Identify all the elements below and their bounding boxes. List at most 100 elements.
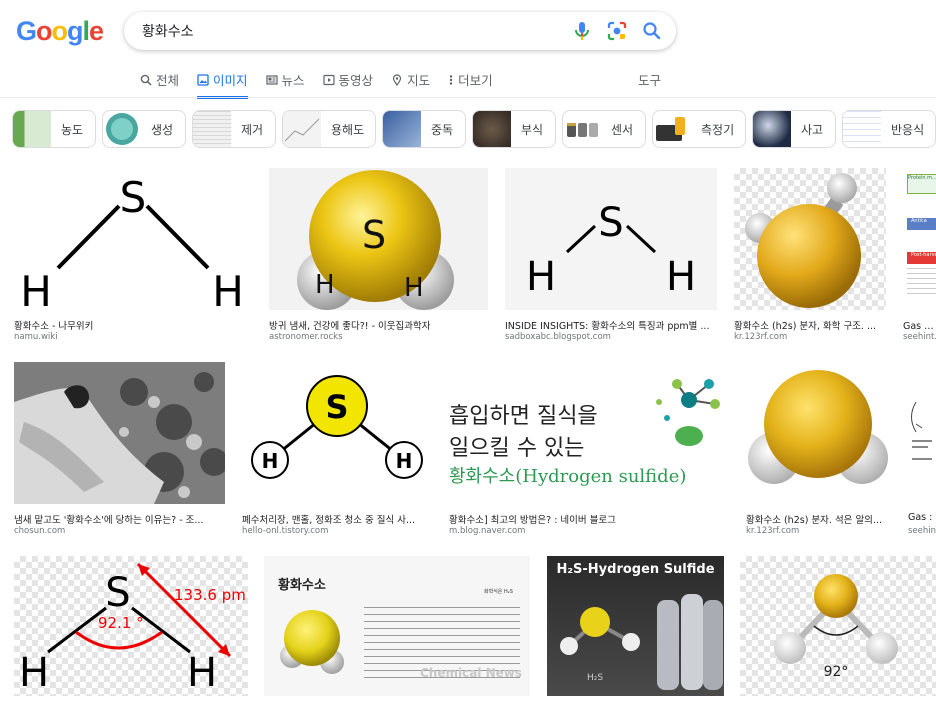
chip-generation[interactable]: 생성 — [102, 110, 186, 148]
tools-button[interactable]: 도구 — [638, 70, 661, 89]
news-icon — [265, 74, 278, 86]
related-chips: 농도 생성 제거 용해도 중독 부식 센서 측정기 사고 반응식 — [12, 110, 936, 148]
chip-accident[interactable]: 사고 — [752, 110, 836, 148]
image-result[interactable]: H₂S-Hydrogen Sulfide H₂S — [547, 556, 724, 696]
camera-lens-icon[interactable] — [606, 20, 628, 42]
search-tabs: 전체 이미지 뉴스 동영상 지도 더보기 — [140, 68, 511, 99]
chip-poisoning[interactable]: 중독 — [382, 110, 466, 148]
result-image[interactable]: S H H — [14, 168, 252, 310]
chip-concentration[interactable]: 농도 — [12, 110, 96, 148]
image-result[interactable]: 황화수소 (h2s) 분자. 석은 알의... kr.123rf.com — [746, 362, 891, 542]
atom-label: S — [120, 173, 147, 222]
tab-videos[interactable]: 동영상 — [322, 68, 373, 99]
chip-sensor[interactable]: 센서 — [562, 110, 646, 148]
image-result[interactable]: S H H 황화수소 - 나무위키 namu.wiki — [14, 168, 252, 348]
image-result[interactable]: S H H 폐수처리장, 맨홀, 정화조 청소 중 질식 사... hello-… — [242, 362, 432, 542]
logo-letter: G — [16, 16, 37, 46]
result-source: kr.123rf.com — [734, 332, 788, 342]
atom-label: S — [325, 388, 348, 426]
chip-solubility[interactable]: 용해도 — [282, 110, 376, 148]
result-title[interactable]: 폐수처리장, 맨홀, 정화조 청소 중 질식 사... — [242, 512, 432, 526]
image-result[interactable]: 92° — [740, 556, 936, 696]
chip-corrosion[interactable]: 부식 — [472, 110, 556, 148]
atom-label: S — [105, 570, 130, 616]
google-logo[interactable]: Google — [16, 16, 104, 47]
image-result[interactable]: 황화수소 화학식은 H₂S Chemical News — [264, 556, 530, 696]
result-source: seehint. — [903, 332, 936, 342]
result-image[interactable]: Protein m... by perse Antica Post-harve — [903, 168, 936, 310]
article-formula: 화학식은 H₂S — [484, 589, 513, 595]
microphone-icon[interactable] — [572, 20, 592, 42]
header-divider — [0, 97, 936, 98]
chip-removal[interactable]: 제거 — [192, 110, 276, 148]
chip-reaction-equation[interactable]: 반응식 — [842, 110, 936, 148]
result-image[interactable] — [734, 168, 886, 310]
video-icon — [322, 74, 335, 86]
atom-label: H — [315, 270, 335, 300]
search-icon[interactable] — [642, 21, 662, 41]
infographic-item: Post-harve — [907, 252, 936, 264]
result-image[interactable] — [14, 362, 225, 504]
result-image[interactable] — [746, 362, 891, 504]
tab-all[interactable]: 전체 — [140, 68, 179, 99]
atom-label: H — [20, 267, 52, 310]
result-image[interactable]: S H H — [505, 168, 717, 310]
tab-label: 더보기 — [458, 73, 493, 88]
tab-label: 전체 — [156, 73, 180, 88]
tab-maps[interactable]: 지도 — [391, 68, 430, 99]
result-image[interactable]: S H H 92.1 ° 133.6 pm — [14, 556, 248, 696]
chip-thumbnail — [473, 111, 511, 147]
atom-label: H — [212, 267, 244, 310]
image-result[interactable]: Gas : seehin — [908, 362, 936, 542]
result-title[interactable]: 황화수소 (h2s) 분자. 석은 알의... — [746, 512, 891, 526]
image-result[interactable]: 황화수소 (h2s) 분자, 화학 구조. ... kr.123rf.com — [734, 168, 886, 348]
result-title[interactable]: Gas : — [908, 512, 936, 523]
chip-thumbnail — [753, 111, 791, 147]
result-title[interactable]: Gas : 황 — [903, 318, 936, 332]
atom-label: S — [362, 213, 386, 257]
chip-label: 제거 — [241, 122, 264, 137]
image-result[interactable]: Protein m... by perse Antica Post-harve … — [903, 168, 936, 348]
chip-label: 센서 — [611, 122, 634, 137]
result-image[interactable]: 황화수소 화학식은 H₂S Chemical News — [264, 556, 530, 696]
more-vert-icon — [448, 74, 454, 86]
atom-label: S — [598, 200, 623, 246]
result-image[interactable]: S H H — [242, 362, 432, 504]
result-image[interactable] — [908, 362, 936, 504]
result-title[interactable]: 냄새 맡고도 '황화수소'에 당하는 이유는? - 조... — [14, 512, 225, 526]
tab-images[interactable]: 이미지 — [197, 68, 248, 99]
result-image[interactable]: H₂S-Hydrogen Sulfide H₂S — [547, 556, 724, 696]
result-source: chosun.com — [14, 526, 66, 536]
atom-label: H — [262, 449, 279, 473]
image-result[interactable]: S H H 92.1 ° 133.6 pm — [14, 556, 248, 696]
result-title[interactable]: 황화수소 (h2s) 분자, 화학 구조. ... — [734, 318, 886, 332]
search-input[interactable] — [142, 23, 562, 39]
result-source: hello-onl.tistory.com — [242, 526, 329, 536]
bond-angle-label: 92° — [824, 664, 849, 680]
result-source: seehin — [908, 526, 936, 536]
tab-label: 지도 — [407, 73, 431, 88]
result-title[interactable]: 황화수소 - 나무위키 — [14, 318, 252, 332]
result-title[interactable]: INSIDE INSIGHTS: 황화수소의 특징과 ppm별 ... — [505, 318, 717, 332]
image-result[interactable]: S H H 방귀 냄새, 건강에 좋다?! - 이웃집과학자 astronome… — [269, 168, 488, 348]
result-image[interactable]: 흡입하면 질식을 일으킬 수 있는 황화수소(Hydrogen sulfide) — [449, 362, 729, 504]
result-image[interactable]: S H H — [269, 168, 488, 310]
result-source: astronomer.rocks — [269, 332, 343, 342]
chip-label: 중독 — [431, 122, 454, 137]
atom-label: H — [526, 254, 556, 300]
tab-news[interactable]: 뉴스 — [265, 68, 305, 99]
tab-label: 이미지 — [213, 73, 248, 88]
tab-more[interactable]: 더보기 — [448, 68, 493, 99]
result-title[interactable]: 방귀 냄새, 건강에 좋다?! - 이웃집과학자 — [269, 318, 488, 332]
chip-label: 반응식 — [891, 122, 925, 137]
image-result[interactable]: 냄새 맡고도 '황화수소'에 당하는 이유는? - 조... chosun.co… — [14, 362, 225, 542]
poster-line: 일으킬 수 있는 — [449, 436, 585, 461]
chip-thumbnail — [843, 111, 881, 147]
chip-label: 측정기 — [701, 122, 735, 137]
image-result[interactable]: 흡입하면 질식을 일으킬 수 있는 황화수소(Hydrogen sulfide)… — [449, 362, 729, 542]
chip-thumbnail — [283, 111, 321, 147]
result-image[interactable]: 92° — [740, 556, 936, 696]
chip-meter[interactable]: 측정기 — [652, 110, 746, 148]
result-title[interactable]: 황화수소] 최고의 방법은? : 네이버 블로그 — [449, 512, 729, 526]
image-result[interactable]: S H H INSIDE INSIGHTS: 황화수소의 특징과 ppm별 ..… — [505, 168, 717, 348]
